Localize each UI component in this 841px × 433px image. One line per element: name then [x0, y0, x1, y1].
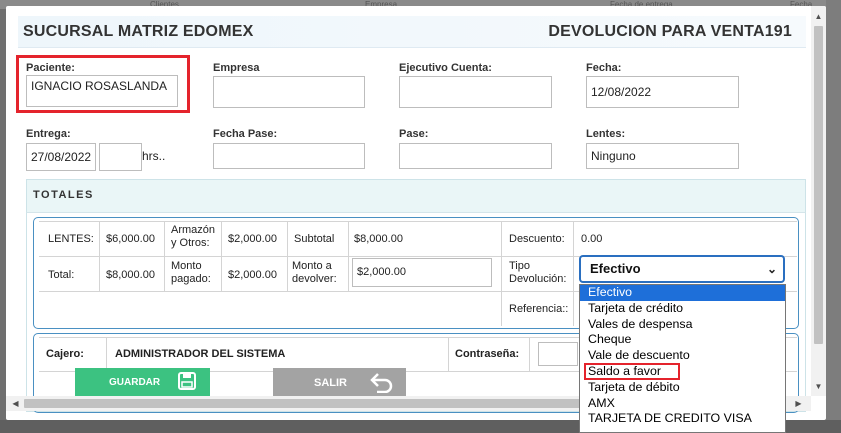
monto-devolver-label: Monto a devolver:	[292, 260, 337, 285]
armazon-value: $2,000.00	[228, 233, 277, 245]
vertical-scroll-thumb[interactable]	[814, 26, 823, 344]
guardar-button[interactable]: GUARDAR	[75, 368, 210, 398]
subtotal-value: $8,000.00	[354, 233, 403, 245]
tipo-devolucion-label: Tipo Devolución:	[509, 260, 567, 285]
option-tarjeta-credito[interactable]: Tarjeta de crédito	[580, 301, 785, 317]
tipo-devolucion-selected: Efectivo	[590, 261, 641, 276]
modal-title: DEVOLUCION PARA VENTA191	[548, 23, 792, 40]
pase-label: Pase:	[399, 128, 429, 140]
salir-button[interactable]: SALIR	[273, 368, 406, 398]
referencia-label: Referencia::	[509, 303, 569, 315]
armazon-label: Armazón y Otros:	[171, 224, 216, 249]
ejecutivo-cuenta-field[interactable]	[399, 76, 552, 108]
fecha-pase-field[interactable]	[213, 143, 365, 169]
return-arrow-icon	[369, 371, 395, 397]
empresa-label: Empresa	[213, 62, 260, 74]
option-saldo-a-favor[interactable]: Saldo a favor	[580, 362, 785, 380]
cajero-label: Cajero:	[46, 348, 84, 360]
cajero-value: ADMINISTRADOR DEL SISTEMA	[115, 348, 286, 360]
contrasena-input[interactable]	[538, 342, 578, 366]
contrasena-label: Contraseña:	[455, 348, 520, 360]
option-tarjeta-debito[interactable]: Tarjeta de débito	[580, 380, 785, 396]
subtotal-label: Subtotal	[294, 233, 335, 245]
monto-pagado-value: $2,000.00	[228, 269, 277, 281]
branch-name: SUCURSAL MATRIZ EDOMEX	[23, 23, 254, 40]
salir-button-label: SALIR	[314, 377, 347, 389]
scroll-right-icon[interactable]: ▶	[791, 396, 806, 411]
entrega-hours-field[interactable]	[99, 143, 142, 171]
guardar-button-label: GUARDAR	[109, 377, 161, 388]
scroll-up-icon[interactable]: ▲	[811, 10, 826, 24]
descuento-value: 0.00	[581, 233, 603, 245]
lentes-label: Lentes:	[586, 128, 626, 140]
totales-title: TOTALES	[33, 189, 94, 201]
entrega-label: Entrega:	[26, 128, 71, 140]
option-vale-descuento[interactable]: Vale de descuento	[580, 348, 785, 364]
total-label: Total:	[48, 269, 75, 281]
vertical-scrollbar[interactable]: ▲ ▼	[811, 6, 826, 396]
hours-suffix: hrs..	[142, 149, 166, 163]
monto-devolver-input[interactable]: $2,000.00	[352, 258, 492, 287]
fecha-pase-label: Fecha Pase:	[213, 128, 278, 140]
descuento-label: Descuento:	[509, 233, 565, 245]
modal-header: SUCURSAL MATRIZ EDOMEX DEVOLUCION PARA V…	[18, 16, 806, 48]
entrega-date-field[interactable]: 27/08/2022	[26, 143, 96, 171]
lentes-field[interactable]: Ninguno	[586, 143, 739, 169]
background-page-edge	[826, 0, 841, 433]
chevron-down-icon: ⌄	[766, 262, 777, 276]
scroll-left-icon[interactable]: ◀	[8, 396, 23, 411]
totales-header: TOTALES	[26, 179, 806, 212]
lentes-total-label: LENTES:	[48, 233, 94, 245]
paciente-field[interactable]: IGNACIO ROSASLANDA	[26, 75, 178, 107]
floppy-disk-icon	[177, 371, 197, 395]
paciente-label: Paciente:	[26, 62, 75, 74]
option-vales-despensa[interactable]: Vales de despensa	[580, 317, 785, 333]
option-tarjeta-credito-visa[interactable]: TARJETA DE CREDITO VISA	[580, 411, 785, 427]
fecha-label: Fecha:	[586, 62, 622, 74]
lentes-total-value: $6,000.00	[106, 233, 155, 245]
scroll-down-icon[interactable]: ▼	[811, 380, 826, 394]
tipo-devolucion-options: Efectivo Tarjeta de crédito Vales de des…	[579, 284, 786, 433]
tipo-devolucion-select[interactable]: Efectivo ⌄	[579, 255, 785, 283]
saldo-a-favor-highlight-box	[584, 362, 680, 380]
option-amx[interactable]: AMX	[580, 396, 785, 412]
option-cheque[interactable]: Cheque	[580, 332, 785, 348]
ejecutivo-cuenta-label: Ejecutivo Cuenta:	[399, 62, 492, 74]
empresa-field[interactable]	[213, 76, 365, 108]
fecha-field[interactable]: 12/08/2022	[586, 76, 739, 108]
total-value: $8,000.00	[106, 269, 155, 281]
option-efectivo[interactable]: Efectivo	[580, 285, 785, 301]
monto-pagado-label: Monto pagado:	[171, 260, 211, 285]
pase-field[interactable]	[399, 143, 552, 169]
